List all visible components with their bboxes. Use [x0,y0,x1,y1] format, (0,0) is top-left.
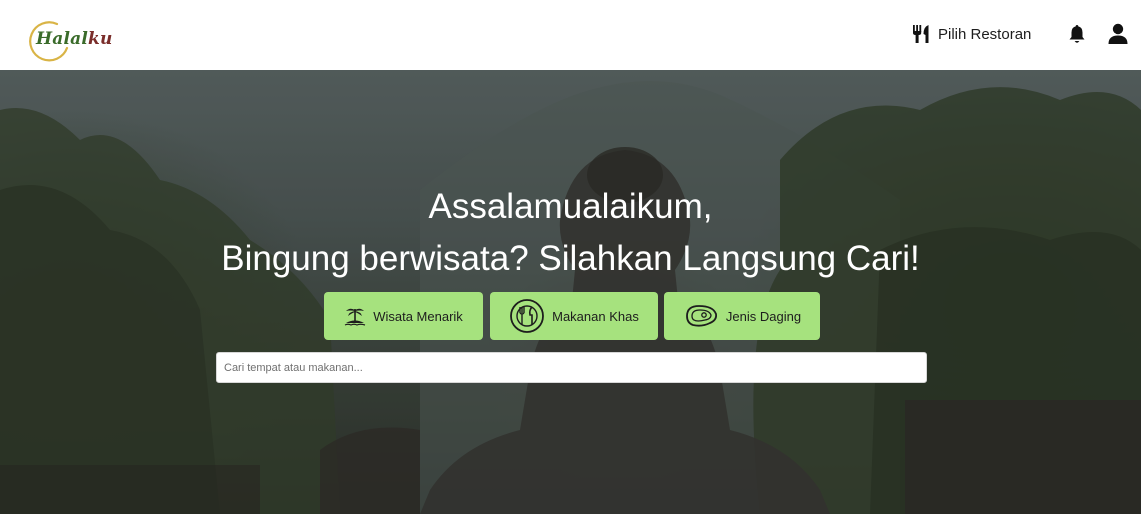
choose-restaurant-link[interactable]: Pilih Restoran [912,22,1031,46]
fork-knife-icon [913,25,929,43]
hero-greeting: Assalamualaikum, [428,187,713,226]
halalku-logo[interactable]: Halalku [27,20,112,64]
bell-icon [1069,25,1085,43]
category-label-makanan: Makanan Khas [552,308,639,324]
notification-button[interactable] [1066,23,1088,45]
user-icon [1108,23,1128,44]
hero-section: Assalamualaikum, Bingung berwisata? Sila… [0,70,1141,514]
category-button-daging[interactable]: Jenis Daging [664,292,820,340]
category-label-wisata: Wisata Menarik [373,308,463,324]
hero-subtitle: Bingung berwisata? Silahkan Langsung Car… [221,239,920,278]
top-navbar: Halalku Pilih Restoran [0,0,1141,70]
island-icon [344,308,366,326]
search-input[interactable] [216,352,927,383]
category-button-wisata[interactable]: Wisata Menarik [324,292,483,340]
user-profile-button[interactable] [1106,22,1130,46]
category-button-makanan[interactable]: Makanan Khas [490,292,658,340]
logo-text: Halalku [36,29,113,49]
meat-icon [686,305,717,327]
plate-cutlery-icon [510,299,545,333]
choose-restaurant-label: Pilih Restoran [938,25,1032,43]
category-label-daging: Jenis Daging [725,308,802,324]
